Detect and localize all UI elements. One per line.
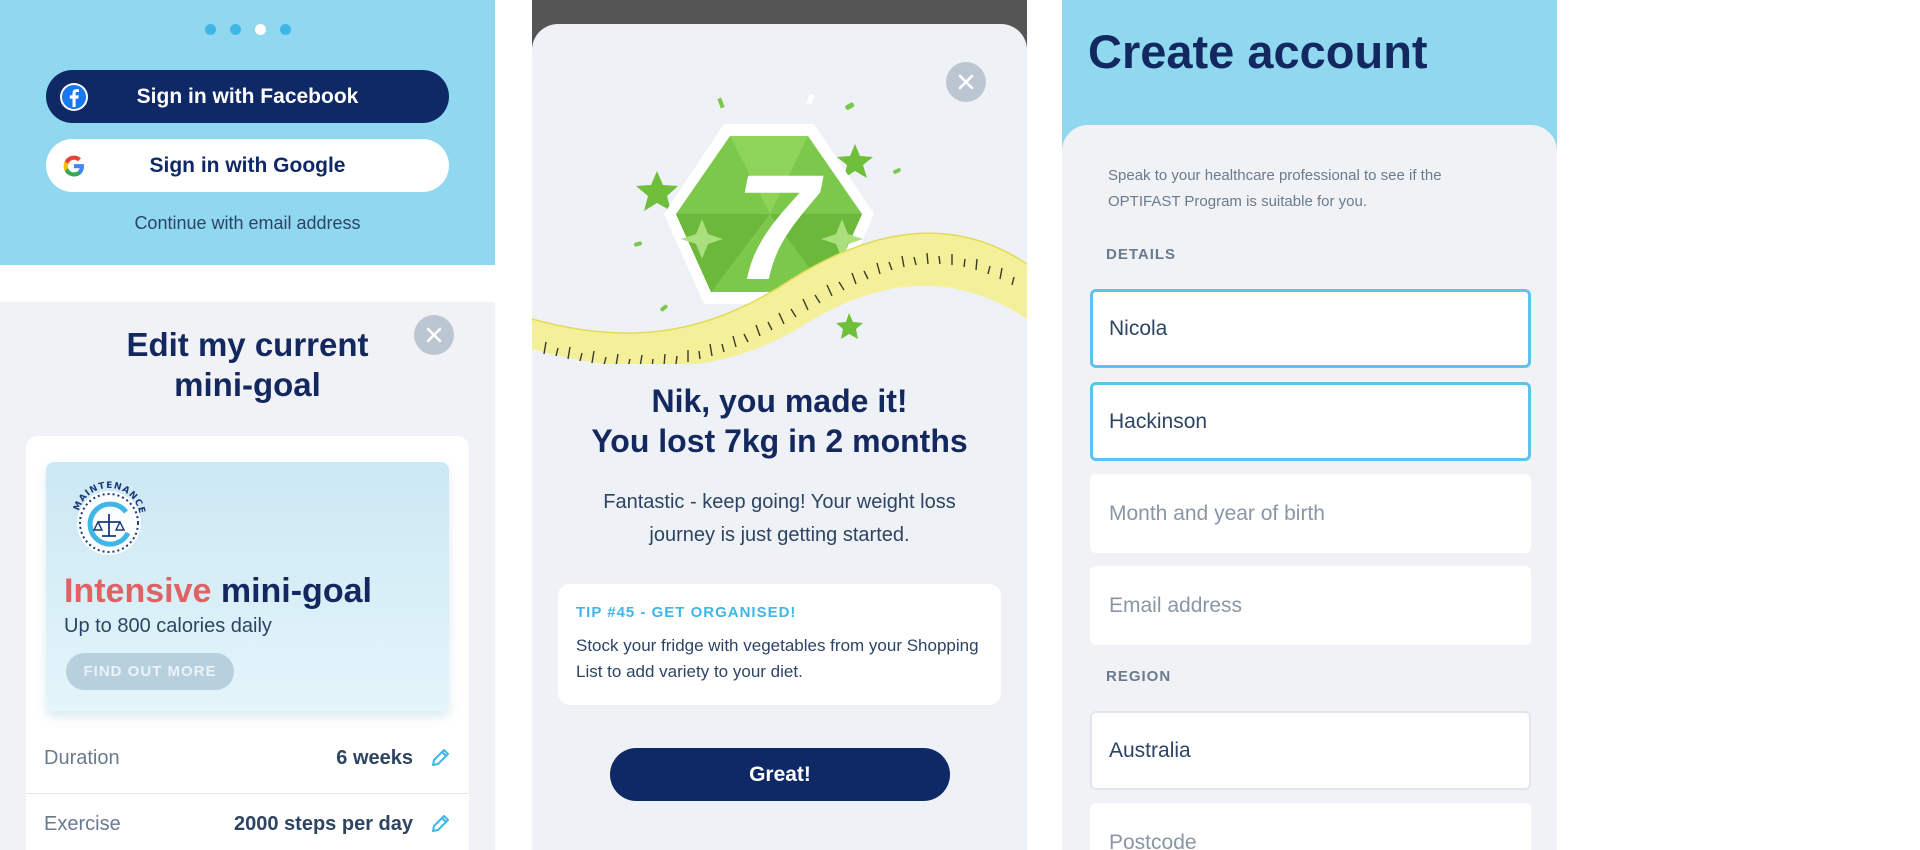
row-label: Exercise — [44, 812, 121, 835]
birth-date-field[interactable]: Month and year of birth — [1090, 474, 1531, 553]
google-signin-button[interactable]: Sign in with Google — [46, 139, 449, 192]
goal-intensity: Intensive — [64, 572, 212, 610]
signin-minigoal-screen: Sign in with Facebook Sign in with Googl… — [0, 0, 495, 850]
pencil-icon[interactable] — [429, 813, 451, 835]
heading-line: You lost 7kg in 2 months — [591, 423, 968, 459]
minigoal-card: MAINTENANCE Intensive mini-goal Up to 80… — [26, 436, 469, 850]
tip-card: TIP #45 - GET ORGANISED! Stock your frid… — [558, 584, 1001, 705]
facebook-signin-button[interactable]: Sign in with Facebook — [46, 70, 449, 123]
great-button[interactable]: Great! — [610, 748, 950, 801]
close-icon — [426, 327, 442, 343]
achievement-sheet: 7 Nik, you made it! You lost 7kg in 2 mo… — [532, 24, 1027, 850]
carousel-dot-active[interactable] — [254, 24, 266, 35]
goal-summary: MAINTENANCE Intensive mini-goal Up to 80… — [46, 462, 449, 711]
create-account-screen: Create account Speak to your healthcare … — [1062, 0, 1557, 850]
continue-email-link[interactable]: Continue with email address — [0, 213, 495, 234]
maintenance-badge-icon: MAINTENANCE — [72, 481, 146, 555]
close-icon — [958, 74, 974, 90]
close-button[interactable] — [946, 62, 986, 102]
email-field[interactable]: Email address — [1090, 566, 1531, 645]
page-title: Create account — [1088, 25, 1428, 78]
section-divider — [0, 265, 495, 302]
heading-line: Nik, you made it! — [651, 383, 908, 419]
find-out-more-button[interactable]: FIND OUT MORE — [66, 653, 234, 690]
goal-subtitle: Up to 800 calories daily — [64, 615, 272, 637]
region-select[interactable]: Australia — [1090, 711, 1531, 790]
region-section-label: REGION — [1106, 668, 1172, 685]
row-value: 2000 steps per day — [234, 812, 413, 835]
achievement-body: Fantastic - keep going! Your weight loss… — [603, 491, 956, 546]
achievement-heading: Nik, you made it! You lost 7kg in 2 mont… — [532, 381, 1027, 461]
pencil-icon[interactable] — [429, 747, 451, 769]
healthcare-note: Speak to your healthcare professional to… — [1108, 167, 1442, 210]
row-value: 6 weeks — [336, 746, 413, 769]
carousel-dot[interactable] — [229, 24, 241, 35]
facebook-icon — [60, 83, 88, 111]
postcode-field[interactable]: Postcode — [1090, 803, 1531, 850]
signin-panel: Sign in with Facebook Sign in with Googl… — [0, 0, 495, 265]
row-label: Duration — [44, 746, 120, 769]
duration-row[interactable]: Duration 6 weeks — [44, 728, 451, 788]
carousel-dot[interactable] — [204, 24, 216, 35]
first-name-field[interactable]: Nicola — [1090, 289, 1531, 368]
goal-title-rest: mini-goal — [220, 572, 372, 610]
tip-title: TIP #45 - GET ORGANISED! — [576, 604, 797, 621]
title-line: mini-goal — [174, 366, 321, 403]
facebook-signin-label: Sign in with Facebook — [136, 84, 359, 108]
form-panel: Speak to your healthcare professional to… — [1062, 125, 1557, 850]
close-button[interactable] — [414, 315, 454, 355]
google-icon — [63, 155, 84, 177]
carousel-dots — [0, 22, 495, 40]
tip-body: Stock your fridge with vegetables from y… — [576, 636, 979, 681]
achievement-screen: 7 Nik, you made it! You lost 7kg in 2 mo… — [532, 0, 1027, 850]
last-name-field[interactable]: Hackinson — [1090, 382, 1531, 461]
achievement-badge-icon: 7 — [532, 93, 1027, 364]
details-section-label: DETAILS — [1106, 246, 1177, 263]
google-signin-label: Sign in with Google — [149, 153, 346, 177]
carousel-dot[interactable] — [279, 24, 291, 35]
exercise-row[interactable]: Exercise 2000 steps per day — [44, 794, 451, 850]
goal-title: Intensive mini-goal — [64, 572, 372, 611]
